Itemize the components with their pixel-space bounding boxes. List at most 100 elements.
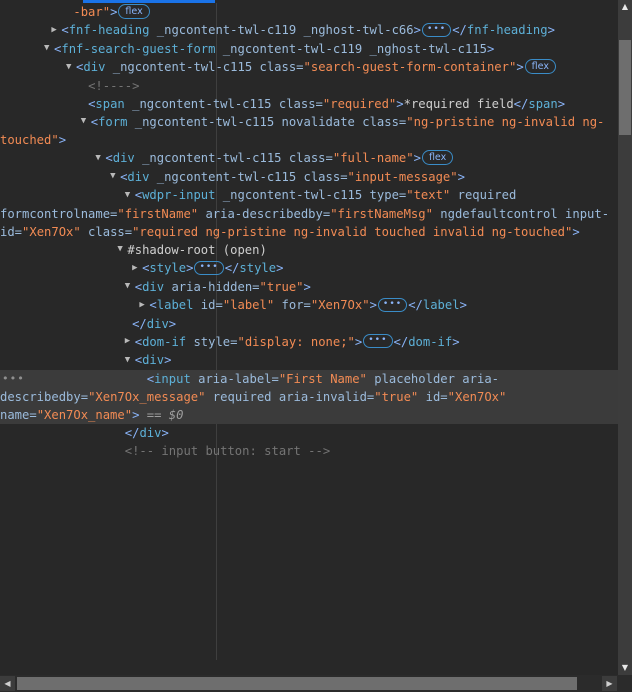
dom-node-row[interactable]: <div> xyxy=(0,351,618,370)
dom-node-row[interactable]: <dom-if style="display: none;">•••</dom-… xyxy=(0,333,618,352)
scroll-down-button[interactable]: ▼ xyxy=(618,661,632,675)
chevron-right-icon[interactable] xyxy=(51,21,61,39)
equals-marker: == xyxy=(139,407,169,422)
attribute-value: "full-name" xyxy=(332,151,414,165)
triangle-up-icon: ▲ xyxy=(621,2,629,11)
tag-punctuation: > xyxy=(413,151,421,165)
attribute-name: _ngcontent-twl-c115 xyxy=(105,60,253,74)
attribute-value: "First Name" xyxy=(278,371,367,386)
dom-node-row[interactable]: <div aria-hidden="true"> xyxy=(0,278,618,297)
tag-punctuation: > xyxy=(168,316,177,331)
attribute-value: "firstNameMsg" xyxy=(330,206,433,221)
attribute-value: "true" xyxy=(374,389,419,404)
tag-punctuation: </ xyxy=(132,316,147,331)
triangle-down-icon: ▼ xyxy=(621,663,629,672)
dom-node-row[interactable]: </div> xyxy=(0,424,618,442)
dom-node-row[interactable]: <span _ngcontent-twl-c115 class="require… xyxy=(0,95,618,113)
expand-ellipsis-badge-icon[interactable]: ••• xyxy=(377,297,408,312)
dom-node-row[interactable]: <div _ngcontent-twl-c115 class="search-g… xyxy=(0,58,618,77)
dom-node-row[interactable]: <label id="label" for="Xen7Ox">•••</labe… xyxy=(0,296,618,315)
vertical-scrollbar[interactable]: ▲ ▼ xyxy=(618,0,632,675)
dom-node-row[interactable]: <!-- input button: start --> xyxy=(0,442,618,460)
attribute-name: class= xyxy=(80,224,133,239)
attribute-name: style= xyxy=(186,334,238,349)
dom-node-line: <fnf-heading _ngcontent-twl-c119 _nghost… xyxy=(0,21,616,40)
flex-badge[interactable]: flex xyxy=(118,4,150,19)
expand-ellipsis-badge-icon[interactable]: ••• xyxy=(194,260,224,275)
dom-node-row[interactable]: <fnf-search-guest-form _ngcontent-twl-c1… xyxy=(0,40,618,59)
tag-punctuation: > xyxy=(276,261,284,275)
chevron-down-icon[interactable] xyxy=(66,58,76,76)
dom-node-line: <style>•••</style> xyxy=(0,259,616,278)
dom-tree-view[interactable]: -bar">flex <fnf-heading _ngcontent-twl-c… xyxy=(0,3,618,675)
dom-node-row[interactable]: <form _ngcontent-twl-c115 novalidate cla… xyxy=(0,113,618,150)
dom-node-row[interactable]: <wdpr-input _ngcontent-twl-c115 type="te… xyxy=(0,186,618,241)
dom-node-row[interactable]: <!----> xyxy=(0,77,618,95)
attribute-name: _ngcontent-twl-c119 xyxy=(215,41,363,56)
tag-punctuation: </ xyxy=(452,23,467,37)
html-comment: <!-- input button: start --> xyxy=(124,443,331,458)
tag-name: dom-if xyxy=(408,334,453,349)
chevron-down-icon[interactable] xyxy=(81,112,91,130)
dom-node-row[interactable]: <style>•••</style> xyxy=(0,259,618,278)
chevron-down-icon[interactable] xyxy=(44,39,54,57)
tag-punctuation: > xyxy=(161,425,169,440)
chevron-down-icon[interactable] xyxy=(125,351,135,369)
expand-ellipsis-badge-icon[interactable]: ••• xyxy=(363,334,393,348)
dom-node-row-selected[interactable]: ••• <input aria-label="First Name" place… xyxy=(0,369,618,424)
tag-name: label xyxy=(156,298,194,312)
dom-node-row[interactable]: <div _ngcontent-twl-c115 class="full-nam… xyxy=(0,149,618,168)
tag-name: fnf-heading xyxy=(68,23,150,37)
scroll-right-button[interactable]: ▶ xyxy=(602,676,617,691)
scroll-up-button[interactable]: ▲ xyxy=(618,0,632,14)
attribute-value: "display: none;" xyxy=(237,334,355,349)
vertical-scrollbar-thumb[interactable] xyxy=(619,40,631,135)
scroll-left-button[interactable]: ◀ xyxy=(0,676,15,691)
tag-punctuation: </ xyxy=(393,334,409,349)
tag-name: wdpr-input xyxy=(142,188,216,202)
flex-badge[interactable]: flex xyxy=(421,150,454,165)
horizontal-scrollbar-thumb[interactable] xyxy=(17,677,577,690)
chevron-down-icon[interactable] xyxy=(110,167,120,185)
horizontal-scrollbar[interactable]: ◀ ▶ xyxy=(0,675,632,692)
attribute-value: "Xen7Ox" xyxy=(310,298,370,312)
tag-name: span xyxy=(528,96,558,111)
triangle-left-icon: ◀ xyxy=(4,679,11,688)
tag-punctuation: < xyxy=(105,151,113,165)
expand-ellipsis-badge-icon[interactable]: ••• xyxy=(421,22,452,37)
flex-badge[interactable]: flex xyxy=(524,59,556,74)
tag-punctuation: > xyxy=(459,298,467,312)
chevron-right-icon[interactable] xyxy=(125,332,135,350)
attribute-name: aria-invalid= xyxy=(271,389,375,404)
attribute-name: _ngcontent-twl-c115 xyxy=(215,188,363,202)
devtools-elements-panel: -bar">flex <fnf-heading _ngcontent-twl-c… xyxy=(0,0,632,692)
tag-punctuation: > xyxy=(58,133,67,147)
dom-node-row[interactable]: </div> xyxy=(0,315,618,333)
tag-punctuation: < xyxy=(134,188,143,202)
console-ref-$0: $0 xyxy=(168,407,184,422)
dom-node-line: <span _ngcontent-twl-c115 class="require… xyxy=(0,95,616,113)
dom-node-row[interactable]: <div _ngcontent-twl-c115 class="input-me… xyxy=(0,168,618,187)
dom-node-row[interactable]: <fnf-heading _ngcontent-twl-c119 _nghost… xyxy=(0,21,618,40)
dom-node-row[interactable]: #shadow-root (open) xyxy=(0,241,618,260)
chevron-down-icon[interactable] xyxy=(95,149,105,167)
chevron-down-icon[interactable] xyxy=(125,186,135,204)
dom-node-line: <div _ngcontent-twl-c115 class="search-g… xyxy=(0,58,616,77)
chevron-down-icon[interactable] xyxy=(125,277,135,295)
tag-punctuation: > xyxy=(369,298,377,312)
tag-punctuation: > xyxy=(452,334,460,349)
chevron-down-icon[interactable] xyxy=(117,240,127,258)
attribute-name: _ngcontent-twl-c115 xyxy=(134,151,282,165)
tag-punctuation: </ xyxy=(408,298,423,312)
attribute-value: "label" xyxy=(222,298,275,312)
dom-node-row[interactable]: -bar"> flex xyxy=(0,3,618,21)
chevron-right-icon[interactable] xyxy=(139,296,149,314)
tag-punctuation: < xyxy=(134,334,143,349)
tag-name: fnf-search-guest-form xyxy=(61,41,216,56)
dom-node-line: <div aria-hidden="true"> xyxy=(0,278,616,297)
attribute-value: "input-message" xyxy=(347,169,458,184)
attribute-value: "text" xyxy=(406,188,451,202)
chevron-right-icon[interactable] xyxy=(132,259,142,277)
